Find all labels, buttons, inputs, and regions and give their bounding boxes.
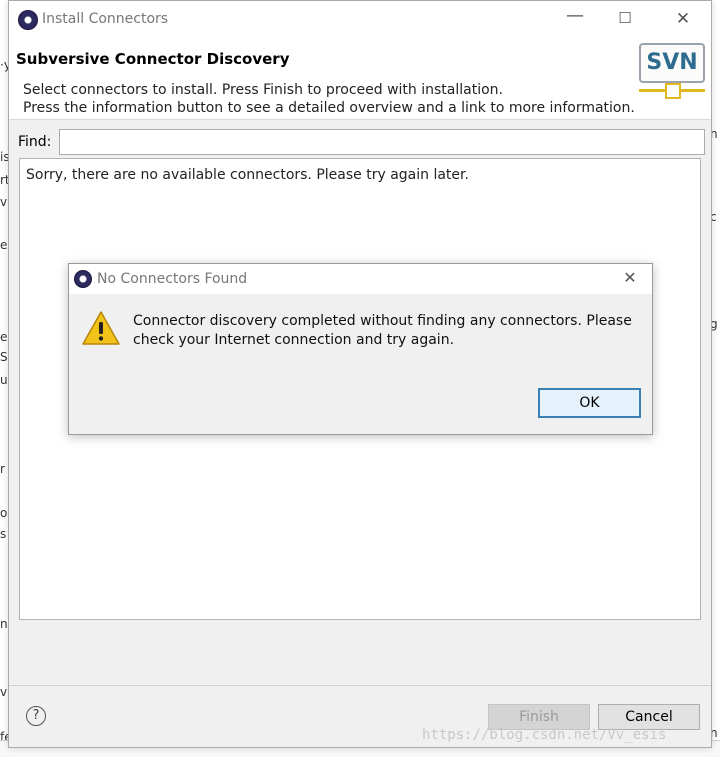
svn-logo-text: SVN <box>639 43 705 83</box>
help-icon[interactable]: ? <box>26 706 46 726</box>
dialog-message-line-1: Connector discovery completed without fi… <box>133 313 632 329</box>
svn-logo-handle <box>665 83 681 99</box>
eclipse-app-icon <box>74 270 92 288</box>
find-input[interactable] <box>59 129 705 155</box>
background-text-fragment: r <box>0 462 5 476</box>
page-title: Subversive Connector Discovery <box>16 50 290 68</box>
background-text-fragment: e <box>0 238 8 252</box>
background-text-fragment: n <box>0 617 8 631</box>
footer-divider <box>9 685 711 686</box>
page-description: Select connectors to install. Press Fini… <box>23 81 635 117</box>
dialog-title: No Connectors Found <box>97 271 248 287</box>
dialog-message: Connector discovery completed without fi… <box>133 312 643 350</box>
ok-button[interactable]: OK <box>538 388 641 418</box>
window-title: Install Connectors <box>42 11 169 27</box>
window-titlebar[interactable]: Install Connectors — ☐ ✕ <box>9 1 711 37</box>
watermark: https://blog.csdn.net/Vv_esis <box>422 727 667 743</box>
page-description-line-2: Press the information button to see a de… <box>23 100 635 116</box>
wizard-header: Subversive Connector Discovery Select co… <box>9 37 711 120</box>
background-text-fragment: u <box>0 373 8 387</box>
minimize-button[interactable]: — <box>563 5 587 26</box>
dialog-close-button[interactable]: ✕ <box>619 268 641 287</box>
dialog-message-line-2: check your Internet connection and try a… <box>133 332 455 348</box>
warning-icon <box>82 311 120 345</box>
background-text-fragment: o <box>0 506 8 520</box>
maximize-button[interactable]: ☐ <box>613 9 637 27</box>
background-text-fragment: s <box>0 527 7 541</box>
page-description-line-1: Select connectors to install. Press Fini… <box>23 82 503 98</box>
eclipse-app-icon <box>18 10 38 30</box>
svn-logo-icon: SVN <box>639 43 705 99</box>
close-button[interactable]: ✕ <box>671 9 695 29</box>
find-label: Find: <box>18 134 52 150</box>
dialog-titlebar[interactable]: No Connectors Found ✕ <box>69 264 652 294</box>
dialog-body: Connector discovery completed without fi… <box>69 294 652 434</box>
background-text-fragment: e <box>0 330 8 344</box>
empty-list-message: Sorry, there are no available connectors… <box>26 167 469 183</box>
no-connectors-dialog: No Connectors Found ✕ Connector discover… <box>68 263 653 435</box>
